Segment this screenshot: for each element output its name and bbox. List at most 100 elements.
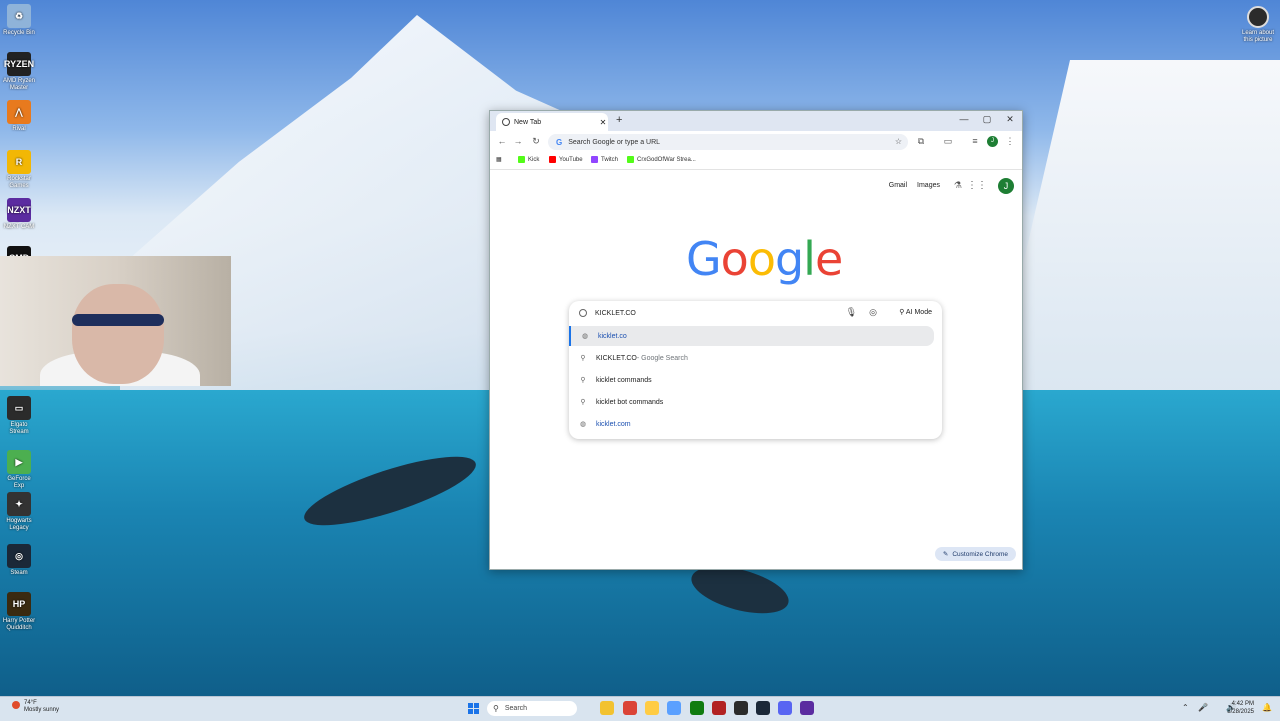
desktop-icon[interactable]: NZXT NZXT CAM [2,198,36,231]
images-link[interactable]: Images [917,182,940,189]
suggestion-item[interactable]: ⚲ kicklet commands [569,370,942,390]
steam-icon[interactable] [756,701,770,715]
bookmark-twitch[interactable]: Twitch [591,156,618,163]
profile-avatar[interactable]: J [987,136,998,147]
desktop-icon-label: Elgato Stream [9,422,29,435]
new-tab-button[interactable]: + [616,114,622,126]
desktop-icon[interactable]: HP Harry Potter Quidditch [2,592,36,632]
desktop-app-icon: ♻ [7,4,31,28]
clock-time: 4:42 PM [1231,701,1254,707]
mic-icon[interactable]: 🎤 [1198,703,1208,712]
notification-bell-icon[interactable]: 🔔 [1262,703,1272,712]
bookmark-label: YouTube [559,156,583,163]
twitch-icon [591,156,598,163]
chrome-icon[interactable] [623,701,637,715]
address-placeholder: Search Google or type a URL [568,138,661,146]
search-icon: ⚲ [493,704,499,713]
nzxt-icon[interactable] [800,701,814,715]
desktop-app-icon: R [7,150,31,174]
address-bar[interactable]: G Search Google or type a URL ☆ [548,134,908,150]
menu-icon[interactable]: ⋮ [1004,136,1016,147]
explorer-icon[interactable] [645,701,659,715]
taskbar-search[interactable]: ⚲ Search [487,701,577,716]
learn-about-picture-icon[interactable]: Learn about this picture [1238,6,1278,44]
back-button[interactable]: ← [496,136,508,146]
google-apps-icon[interactable]: ⋮⋮ [967,180,987,191]
discord-icon[interactable] [778,701,792,715]
desktop-icon[interactable]: ✦ Hogwarts Legacy [2,492,36,532]
customize-chrome-button[interactable]: ✎ Customize Chrome [934,547,1016,561]
suggestion-text: kicklet.co [598,332,627,340]
pencil-icon: ✎ [942,551,949,558]
desktop-icon-label: NZXT CAM [3,224,35,230]
weather-temp: 74°F [24,700,37,706]
taskbar: 74°F Mostly sunny ⚲ Search ⌃ 🎤 🔊 4:42 PM… [0,696,1280,721]
copilot-icon[interactable] [667,701,681,715]
reload-button[interactable]: ↻ [530,136,542,147]
lens-icon[interactable]: ◎ [869,307,877,318]
desktop-icon-label: AMD Ryzen Master [2,78,35,91]
browser-window: New Tab ✕ + — ▢ ✕ ← → ↻ G Search Google … [489,110,1023,570]
top-links: Gmail Images [889,182,940,189]
app-red-icon[interactable] [712,701,726,715]
suggestion-item[interactable]: ⚲ KICKLET.CO - Google Search [569,348,942,368]
weather-widget[interactable]: 74°F Mostly sunny [12,700,59,714]
bookmark-kick[interactable]: Kick [518,156,539,163]
ai-mode-button[interactable]: ⚲ AI Mode [899,308,932,316]
desktop-icon-label: Recycle Bin [3,30,35,36]
desktop-icon[interactable]: ◎ Steam [2,544,36,577]
globe-icon: ◍ [581,333,589,340]
desktop-icon[interactable]: ♻ Recycle Bin [2,4,36,37]
kick-icon [627,156,634,163]
logo-letter: g [774,232,804,286]
bookmark-youtube[interactable]: YouTube [549,156,583,163]
labs-flask-icon[interactable]: ⚗ [954,180,962,191]
tray-chevron-icon[interactable]: ⌃ [1182,703,1189,712]
extensions-icon[interactable]: ⧉ [915,136,927,147]
bookmark-star-icon[interactable]: ☆ [895,137,902,146]
account-avatar[interactable]: J [998,178,1014,194]
maximize-button[interactable]: ▢ [977,114,997,125]
logo-letter: o [747,232,776,286]
file-explorer-icon[interactable] [600,701,614,715]
suggestion-item[interactable]: ⚲ kicklet bot commands [569,392,942,412]
xbox-icon[interactable] [690,701,704,715]
desktop-icon-label: Harry Potter Quidditch [2,618,36,631]
gmail-link[interactable]: Gmail [889,182,907,189]
desktop-icon[interactable]: RYZEN AMD Ryzen Master [2,52,36,92]
desktop-icon[interactable]: ▶ GeForce Exp [2,450,36,490]
suggestion-suffix: - Google Search [636,354,688,362]
desktop-app-icon: ✦ [7,492,31,516]
microphone-icon[interactable]: 🎙 [846,307,857,318]
search-input-value: KICKLET.CO [595,309,636,317]
google-logo: Google [686,232,843,286]
epic-icon[interactable] [734,701,748,715]
search-box: KICKLET.CO 🎙 ◎ ⚲ AI Mode ◍ kicklet.co ⚲ … [569,301,942,439]
desktop-icon[interactable]: ▭ Elgato Stream [2,396,36,436]
tab-new-tab[interactable]: New Tab ✕ [496,113,608,131]
start-button[interactable] [468,703,480,715]
search-input[interactable]: KICKLET.CO [569,301,942,325]
desktop-icon[interactable]: ⋀ Rival [2,100,36,133]
minimize-button[interactable]: — [954,114,974,124]
cast-icon[interactable]: ▭ [942,136,954,147]
weather-icon [12,701,20,709]
globe-icon [579,309,587,317]
suggestion-text: kicklet.com [596,420,631,428]
weather-desc: Mostly sunny [24,707,60,713]
reading-list-icon[interactable]: ≡ [969,136,981,146]
clock[interactable]: 4:42 PM 8/28/2025 [1227,700,1254,716]
suggestion-text: kicklet bot commands [596,398,664,406]
bookmark-crxgodofwar[interactable]: CrxGodOfWar Strea... [627,156,696,163]
close-window-button[interactable]: ✕ [1000,114,1020,125]
apps-grid-icon[interactable]: ▦ [496,156,502,163]
logo-letter: o [720,232,749,286]
desktop-icon[interactable]: R Rockstar Games [2,150,36,190]
forward-button[interactable]: → [512,136,524,146]
close-tab-icon[interactable]: ✕ [598,118,608,127]
desktop-app-icon: ◎ [7,544,31,568]
logo-letter: G [686,232,722,286]
bookmark-label: Twitch [601,156,619,163]
suggestion-item[interactable]: ◍ kicklet.com [569,414,942,434]
suggestion-item[interactable]: ◍ kicklet.co [569,326,934,346]
